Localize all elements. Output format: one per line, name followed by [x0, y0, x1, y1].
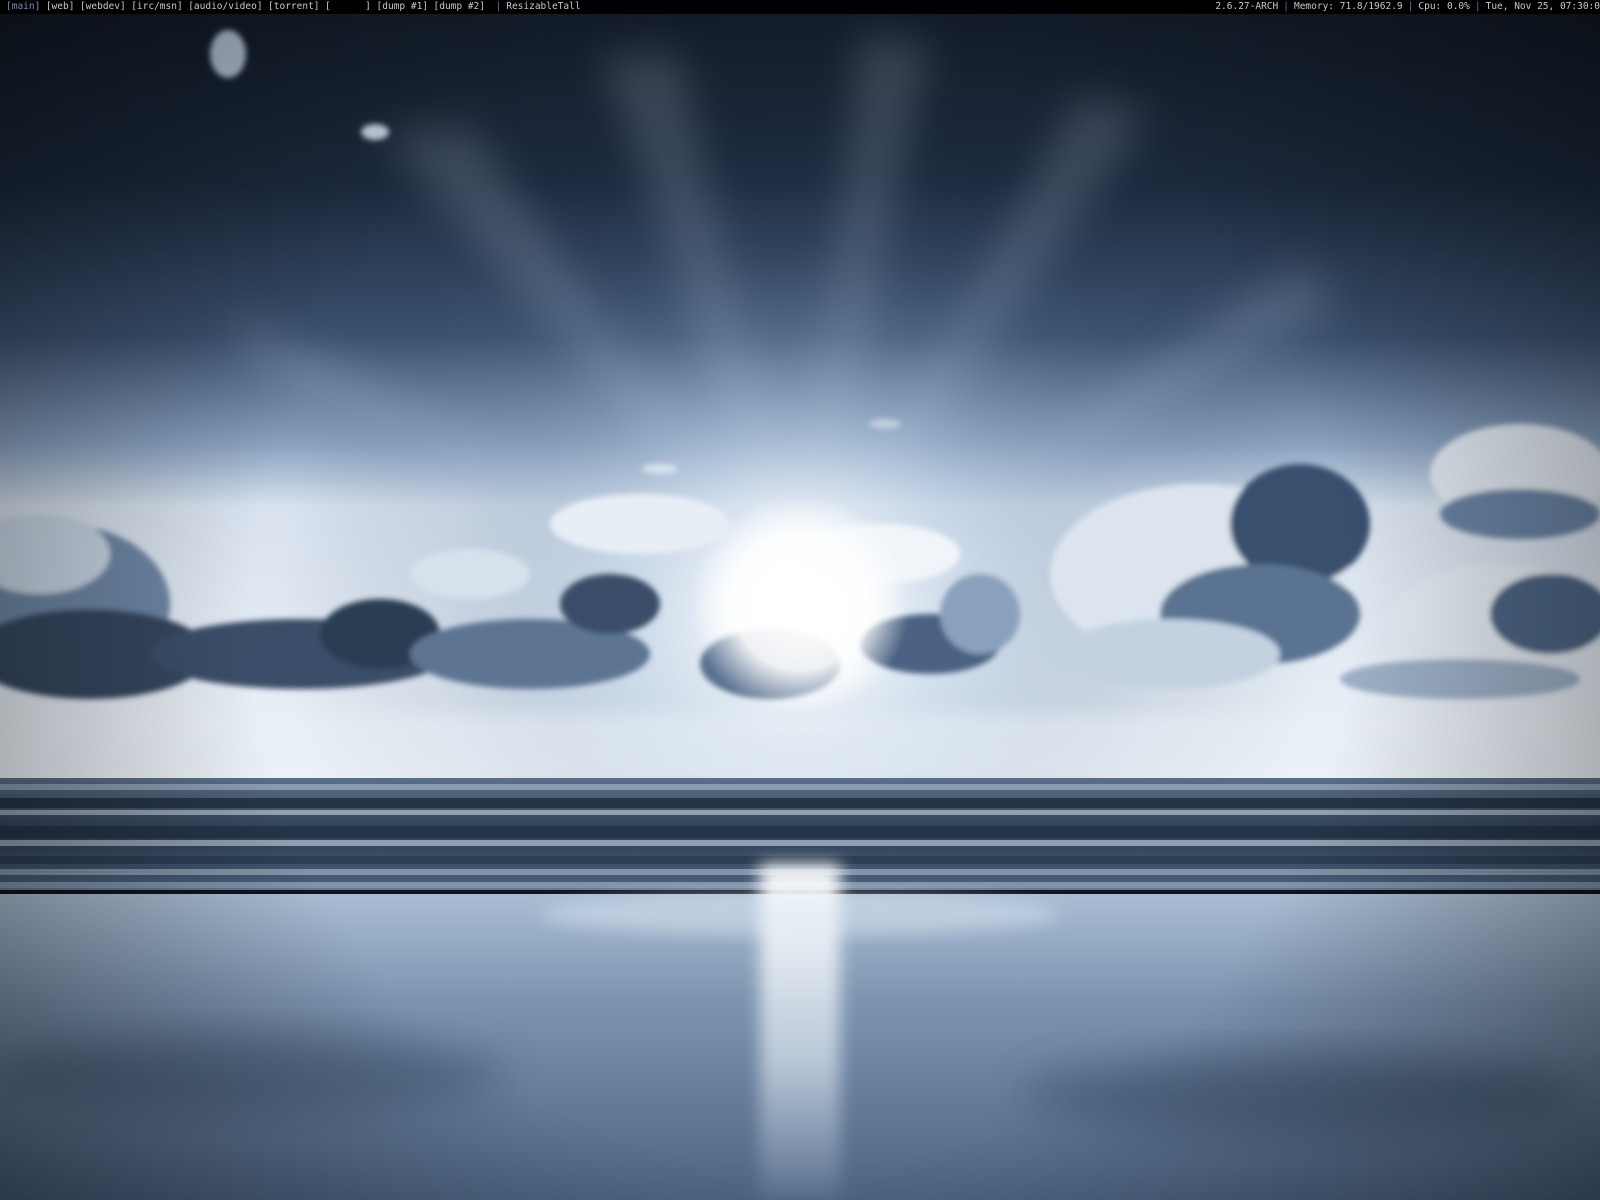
- vignette: [0, 14, 1600, 1200]
- layout-name: ResizableTall: [506, 1, 581, 12]
- workspace-dump-1[interactable]: [dump #1]: [377, 1, 428, 12]
- desktop: [main] [web] [webdev] [irc/msn] [audio/video…: [0, 0, 1600, 1200]
- cpu-usage: Cpu: 0.0%: [1418, 1, 1470, 12]
- separator: |: [1407, 1, 1414, 12]
- workspace-audio-video[interactable]: [audio/video]: [188, 1, 262, 12]
- memory-usage: Memory: 71.8/1962.9: [1293, 1, 1403, 12]
- separator: |: [495, 1, 502, 12]
- workspace-dump-2[interactable]: [dump #2]: [434, 1, 485, 12]
- workspace-torrent[interactable]: [torrent]: [268, 1, 319, 12]
- separator: |: [1283, 1, 1289, 12]
- statusbar-right: 2.6.27-ARCH | Memory: 71.8/1962.9 | Cpu: 0.0…: [1215, 0, 1600, 14]
- wallpaper-image: [0, 14, 1600, 1200]
- workspace-webdev[interactable]: [webdev]: [80, 1, 126, 12]
- workspace-irc-msn[interactable]: [irc/msn]: [131, 1, 182, 12]
- workspace-main[interactable]: [main]: [6, 1, 40, 12]
- separator: |: [1474, 1, 1481, 12]
- statusbar-left: [main] [web] [webdev] [irc/msn] [audio/video…: [6, 0, 581, 14]
- status-bar: [main] [web] [webdev] [irc/msn] [audio/video…: [0, 0, 1600, 14]
- clock: Tue, Nov 25, 07:30:0: [1485, 1, 1600, 12]
- workspace-unnamed[interactable]: [ ]: [325, 0, 371, 14]
- wallpaper-scene: [0, 14, 1600, 1200]
- workspace-web[interactable]: [web]: [46, 1, 75, 12]
- kernel-version: 2.6.27-ARCH: [1215, 1, 1279, 12]
